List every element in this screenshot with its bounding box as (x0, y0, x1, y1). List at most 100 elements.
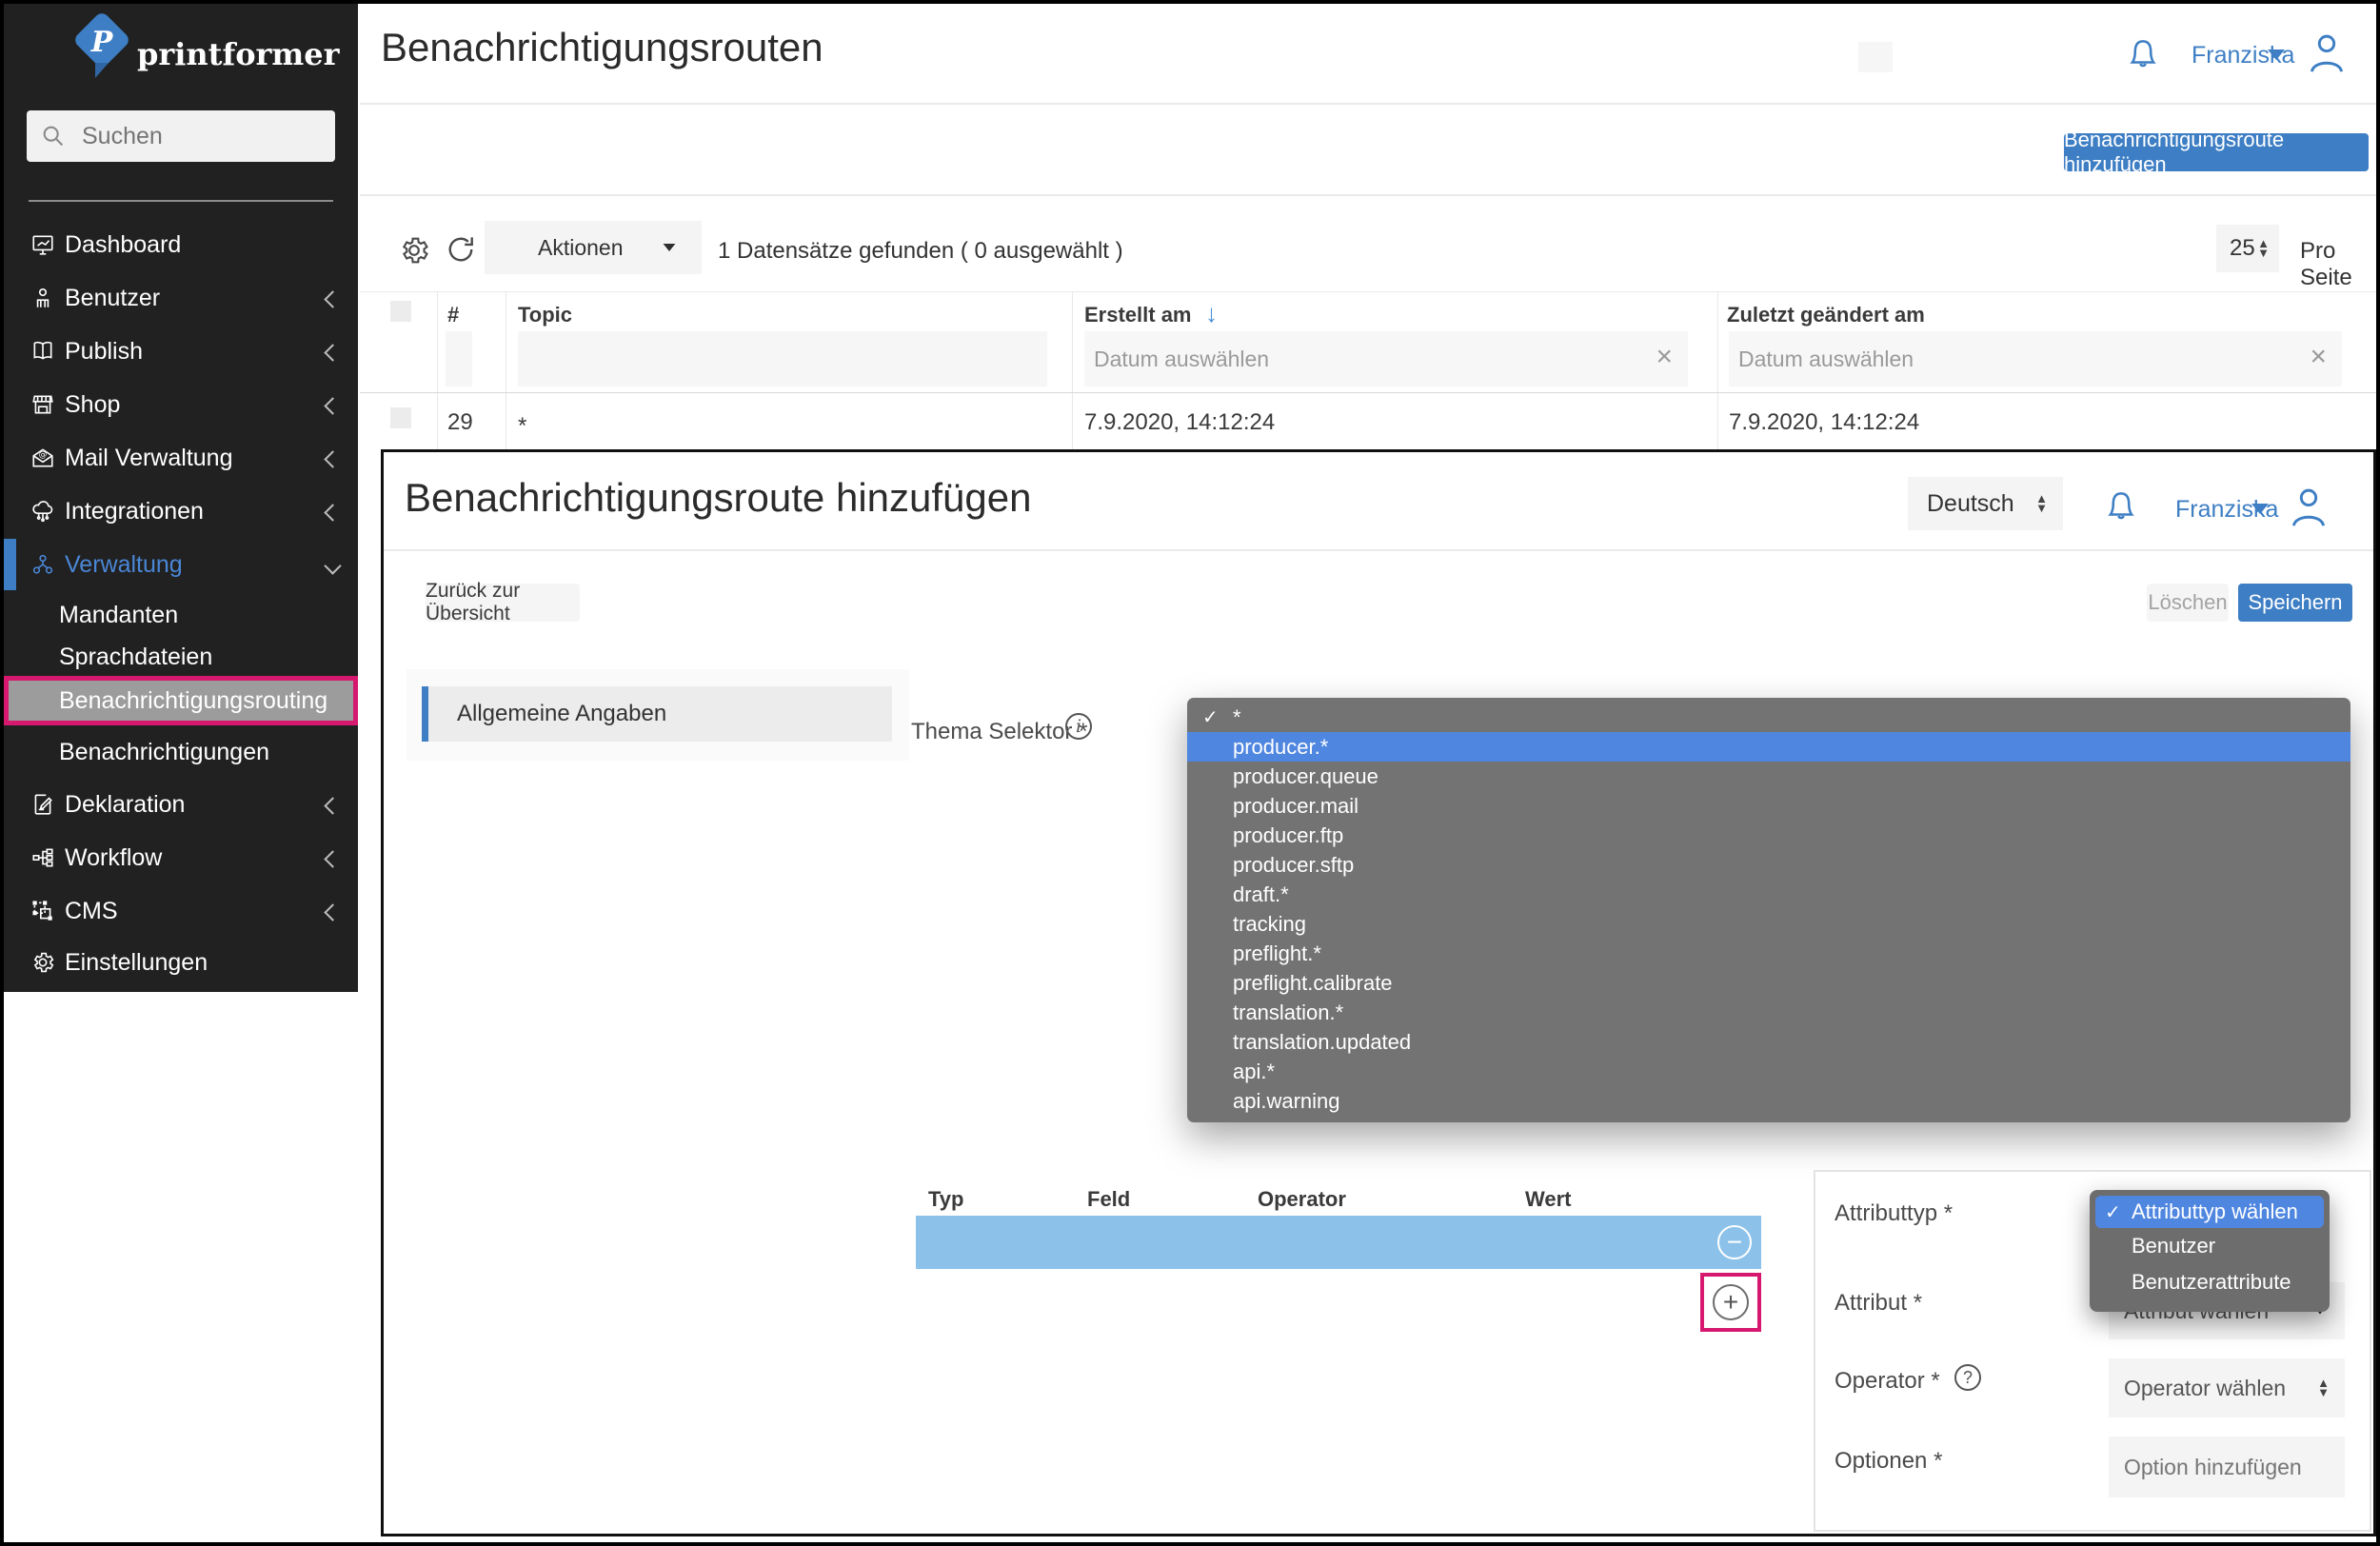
dropdown-option[interactable]: producer.sftp (1187, 850, 2350, 880)
sidebar-search[interactable] (27, 110, 335, 162)
column-divider (1717, 291, 1718, 449)
sidebar-item-benutzer[interactable]: Benutzer (4, 272, 358, 324)
user-avatar-icon[interactable] (2306, 29, 2348, 76)
section-card: Allgemeine Angaben (407, 669, 909, 761)
row-checkbox[interactable] (390, 407, 411, 428)
sidebar-item-deklaration[interactable]: Deklaration (4, 779, 358, 830)
user-icon (30, 286, 55, 310)
caret-down-icon (664, 244, 676, 251)
sidebar-item-cms[interactable]: CMS (4, 885, 358, 937)
language-select-value: Deutsch (1927, 490, 2014, 518)
conditions-col-typ: Typ (928, 1187, 963, 1212)
actions-select-label: Aktionen (538, 235, 624, 261)
sidebar-item-benachrichtigungen[interactable]: Benachrichtigungen (4, 729, 358, 773)
sidebar-item-benachrichtigungsrouting[interactable]: Benachrichtigungsrouting (4, 676, 358, 725)
info-icon[interactable]: i (1065, 713, 1092, 740)
dropdown-option[interactable]: preflight.* (1187, 939, 2350, 968)
actions-select[interactable]: Aktionen (485, 221, 702, 274)
dropdown-option-label: * (1233, 705, 1241, 730)
sort-desc-icon[interactable]: ↓ (1205, 299, 1218, 328)
dropdown-option[interactable]: api.* (1187, 1057, 2350, 1086)
table-top-border (360, 291, 2380, 292)
user-avatar-icon[interactable] (2288, 483, 2330, 530)
user-caret-down-icon[interactable] (2268, 50, 2285, 60)
created-date-filter[interactable]: Datum auswählen × (1084, 331, 1688, 386)
dropdown-option[interactable]: translation.* (1187, 998, 2350, 1027)
page-size-value: 25 (2230, 235, 2255, 262)
dropdown-option[interactable]: ✓ * (1187, 703, 2350, 732)
sidebar-item-mandanten[interactable]: Mandanten (4, 592, 358, 636)
select-all-checkbox[interactable] (390, 301, 411, 322)
search-input[interactable] (80, 122, 312, 151)
condition-row-selected[interactable] (916, 1216, 1761, 1269)
dropdown-option[interactable]: translation.updated (1187, 1027, 2350, 1057)
sidebar-item-einstellungen[interactable]: Einstellungen (4, 937, 358, 988)
dropdown-option[interactable]: draft.* (1187, 880, 2350, 909)
attributtyp-option[interactable]: Benutzer (2095, 1228, 2324, 1264)
column-header-updated[interactable]: Zuletzt geändert am (1727, 303, 1925, 327)
sidebar-item-dashboard[interactable]: Dashboard (4, 219, 358, 270)
language-select[interactable]: Deutsch ▲▼ (1908, 477, 2063, 530)
add-route-button[interactable]: Benachrichtigungsroute hinzufügen (2064, 133, 2369, 171)
logo-wordmark: printformer (137, 36, 339, 72)
help-icon[interactable]: ? (1954, 1364, 1981, 1391)
sidebar-item-integrationen[interactable]: Integrationen (4, 486, 358, 537)
delete-button[interactable]: Löschen (2147, 584, 2229, 622)
remove-condition-button[interactable]: − (1717, 1225, 1752, 1259)
sidebar-item-label: CMS (65, 898, 118, 925)
checkmark-icon: ✓ (1202, 705, 1219, 729)
option-input[interactable] (2109, 1437, 2345, 1497)
updated-date-filter[interactable]: Datum auswählen × (1729, 331, 2342, 386)
sidebar-item-verwaltung[interactable]: Verwaltung (4, 539, 358, 590)
dropdown-option-label: translation.* (1233, 1001, 1343, 1025)
back-to-overview-button[interactable]: Zurück zur Übersicht (426, 584, 580, 622)
dropdown-option[interactable]: tracking (1187, 909, 2350, 939)
operator-select[interactable]: Operator wählen ▲▼ (2109, 1358, 2345, 1417)
sidebar-item-shop[interactable]: Shop (4, 379, 358, 430)
sidebar-item-label: Einstellungen (65, 949, 208, 977)
cms-icon (30, 899, 55, 923)
date-filter-placeholder: Datum auswählen (1094, 347, 1269, 372)
dropdown-option[interactable]: producer.mail (1187, 791, 2350, 821)
book-icon (30, 339, 55, 364)
attributtyp-option-selected[interactable]: ✓ Attributtyp wählen (2095, 1196, 2324, 1228)
refresh-icon[interactable] (444, 232, 478, 267)
column-header-created[interactable]: Erstellt am (1084, 303, 1192, 327)
clear-icon[interactable]: × (1656, 343, 1673, 371)
column-header-number[interactable]: # (447, 303, 459, 327)
declaration-icon (30, 792, 55, 817)
dropdown-option-label: producer.ftp (1233, 823, 1343, 848)
dropdown-option[interactable]: producer.ftp (1187, 821, 2350, 850)
number-filter-input[interactable] (446, 331, 472, 386)
sidebar-item-workflow[interactable]: Workflow (4, 832, 358, 883)
stepper-icon: ▲▼ (2035, 494, 2048, 513)
dropdown-option-selected[interactable]: producer.* (1187, 732, 2350, 762)
tab-allgemeine-angaben[interactable]: Allgemeine Angaben (422, 686, 892, 742)
attributtyp-dropdown: ✓ Attributtyp wählen Benutzer Benutzerat… (2090, 1190, 2330, 1312)
user-caret-down-icon[interactable] (2251, 504, 2269, 514)
dropdown-option[interactable]: producer.queue (1187, 762, 2350, 791)
column-divider (437, 291, 438, 449)
dropdown-option-label: preflight.calibrate (1233, 971, 1393, 996)
column-header-topic[interactable]: Topic (518, 303, 572, 327)
topic-filter-input[interactable] (518, 331, 1047, 386)
clear-icon[interactable]: × (2310, 343, 2327, 371)
attributtyp-option[interactable]: Benutzerattribute (2095, 1264, 2324, 1300)
sidebar-item-label: Benachrichtigungsrouting (59, 687, 327, 715)
sidebar-item-sprachdateien[interactable]: Sprachdateien (4, 634, 358, 678)
results-count-text: 1 Datensätze gefunden ( 0 ausgewählt ) (718, 238, 1123, 265)
dropdown-option[interactable]: api.warning (1187, 1086, 2350, 1116)
add-condition-button[interactable]: + (1713, 1284, 1749, 1320)
page-size-select[interactable]: 25 ▲▼ (2216, 225, 2279, 272)
table-settings-gear-icon[interactable] (398, 234, 430, 267)
sidebar-item-mail-verwaltung[interactable]: @ Mail Verwaltung (4, 432, 358, 484)
cloud-integration-icon (30, 499, 55, 524)
conditions-col-operator: Operator (1258, 1187, 1346, 1212)
dropdown-option[interactable]: preflight.calibrate (1187, 968, 2350, 998)
chevron-left-icon (324, 290, 341, 307)
save-button[interactable]: Speichern (2238, 584, 2352, 622)
toolbar-divider (360, 194, 2380, 196)
bell-icon[interactable] (2125, 30, 2161, 76)
bell-icon[interactable] (2103, 483, 2139, 528)
sidebar-item-publish[interactable]: Publish (4, 326, 358, 377)
